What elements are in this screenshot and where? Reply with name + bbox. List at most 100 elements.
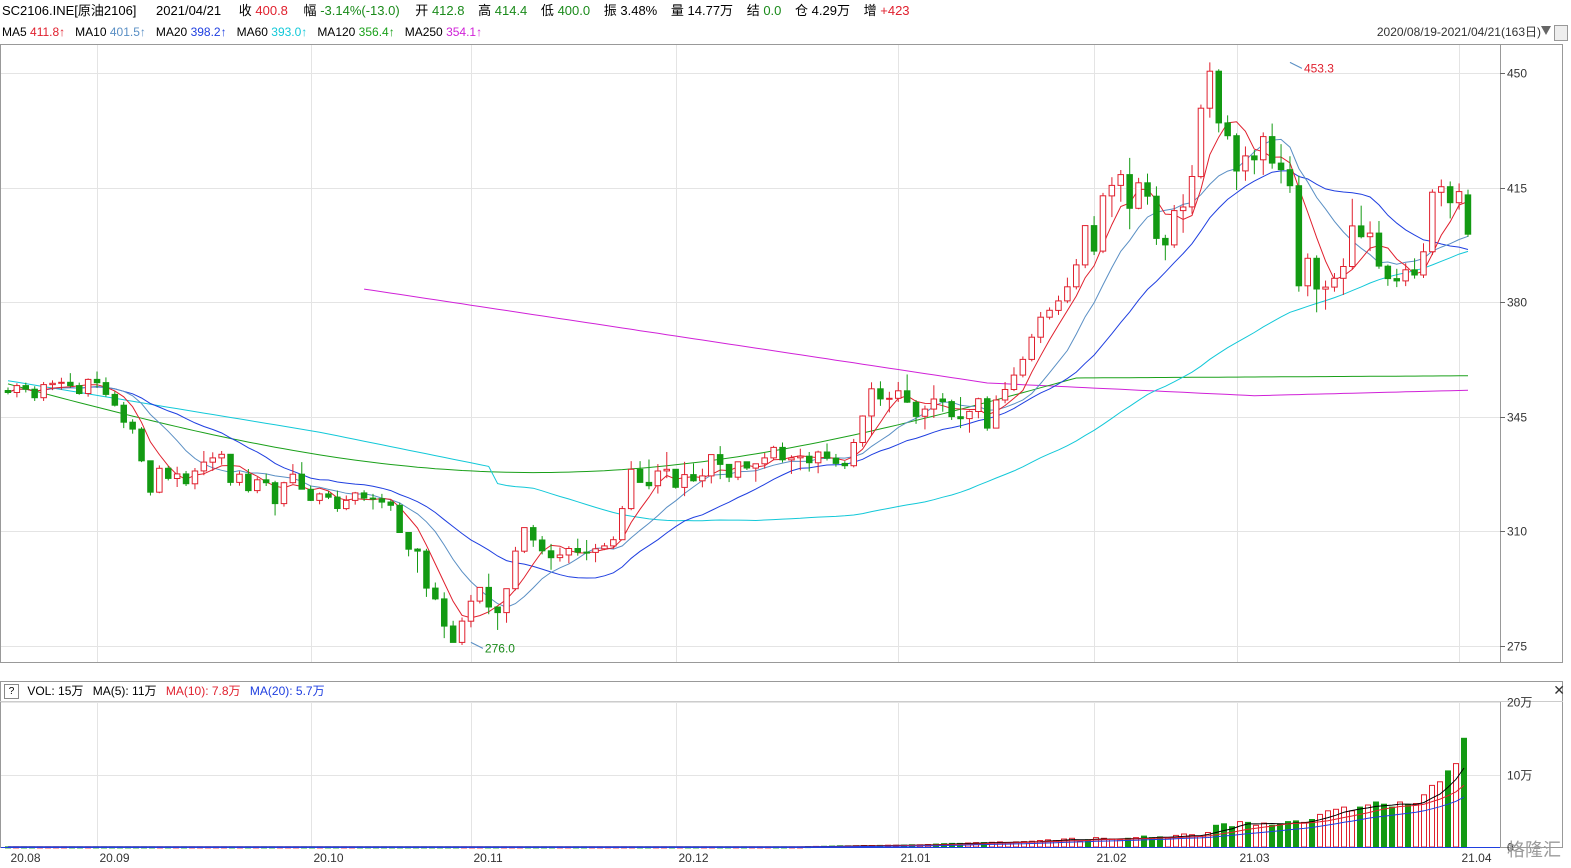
candle-body	[903, 390, 911, 403]
candle-body	[396, 504, 403, 533]
candle-body	[1349, 225, 1356, 267]
candle-body	[351, 492, 359, 501]
candle-body	[1010, 374, 1018, 391]
x-tick-label: 21.01	[901, 851, 931, 865]
candle-body	[1242, 155, 1249, 172]
candle-body	[343, 499, 350, 510]
candle-body	[868, 388, 875, 417]
volume-bar	[1285, 821, 1291, 848]
volume-bar	[1461, 737, 1467, 848]
candle-body	[1117, 174, 1124, 186]
candle-body	[414, 548, 421, 552]
candle-body	[895, 390, 902, 399]
candle-body	[556, 554, 564, 559]
candle-body	[743, 461, 751, 469]
candle-body	[1340, 266, 1347, 279]
candle-body	[1073, 264, 1080, 288]
candle-body	[859, 415, 866, 443]
candle-body	[1366, 232, 1374, 238]
candle-body	[886, 397, 893, 400]
ma120-line	[7, 375, 1468, 474]
candle-body	[307, 488, 314, 501]
x-tick-label: 21.04	[1462, 851, 1492, 865]
volume-bar	[1277, 823, 1283, 848]
candle-body	[236, 473, 243, 483]
candle-body	[218, 453, 225, 459]
volume-tick-label: 20万	[1507, 696, 1532, 710]
candle-body	[1162, 237, 1169, 246]
candle-body	[975, 398, 982, 413]
candle-body	[40, 384, 47, 399]
close-icon[interactable]: ✕	[1553, 681, 1565, 699]
candle-body	[4, 390, 12, 393]
ma5-line	[7, 121, 1469, 619]
candle-body	[948, 401, 955, 418]
candle-body	[67, 381, 74, 387]
extreme-annotation: 453.3	[1304, 61, 1334, 75]
ma60-line	[7, 250, 1469, 522]
candle-body	[441, 598, 448, 627]
candle-body	[289, 473, 297, 484]
candle-body	[102, 382, 110, 395]
volume-bar	[1437, 781, 1443, 848]
x-tick-label: 20.08	[11, 851, 41, 865]
candle-body	[476, 586, 484, 602]
candle-body	[538, 539, 546, 552]
candle-body	[716, 454, 724, 465]
candle-body	[823, 451, 831, 459]
annotation-leader	[470, 641, 484, 649]
y-tick-label: 450	[1507, 67, 1527, 81]
help-icon[interactable]: ?	[4, 684, 19, 700]
candle-body	[690, 474, 697, 482]
candle-body	[850, 442, 857, 467]
candle-body	[574, 548, 581, 553]
candle-body	[1295, 185, 1303, 287]
candle-body	[1135, 182, 1142, 209]
extreme-annotation: 276.0	[485, 641, 515, 655]
candle-body	[129, 421, 136, 430]
candle-body	[280, 482, 288, 505]
candle-body	[156, 467, 163, 493]
candle-body	[1402, 269, 1409, 282]
candle-body	[111, 393, 119, 406]
candle-body	[1055, 300, 1062, 311]
candle-body	[788, 457, 795, 461]
candle-body	[601, 545, 608, 550]
candle-body	[1099, 195, 1107, 252]
candle-body	[120, 404, 127, 423]
candle-body	[1464, 194, 1472, 235]
candle-body	[200, 461, 208, 472]
candle-body	[325, 493, 332, 498]
candle-body	[1046, 309, 1053, 318]
candle-body	[485, 586, 492, 608]
price-panel-frame	[0, 44, 1563, 663]
candle-body	[1420, 251, 1427, 276]
candle-body	[921, 408, 929, 417]
candle-body	[1028, 336, 1035, 360]
candle-body	[1455, 191, 1463, 204]
candle-body	[378, 498, 386, 503]
candle-body	[76, 385, 83, 395]
candle-body	[1375, 232, 1383, 267]
candle-body	[1429, 191, 1436, 253]
candle-body	[912, 401, 920, 417]
candle-body	[432, 587, 439, 600]
volume-bar	[1373, 801, 1379, 848]
candle-body	[957, 416, 964, 420]
candle-body	[387, 501, 394, 506]
y-tick-label: 380	[1507, 296, 1527, 310]
candle-body	[245, 473, 252, 492]
annotation-leader	[1289, 61, 1303, 69]
candle-body	[147, 460, 154, 493]
candle-body	[93, 378, 101, 384]
candle-body	[592, 548, 599, 553]
x-tick-label: 20.10	[314, 851, 344, 865]
candle-body	[254, 479, 261, 492]
price-chart[interactable]: 20.08 20.09 20.10 20.11 20.12 21.01 21.02 21.03…	[0, 0, 1571, 868]
candle-body	[1411, 269, 1418, 276]
candle-body	[1268, 136, 1276, 164]
volume-bar	[1389, 806, 1395, 848]
vol-ma20: MA(20): 5.7万	[249, 684, 325, 698]
candle-body	[1001, 389, 1009, 401]
candle-body	[1037, 316, 1044, 338]
